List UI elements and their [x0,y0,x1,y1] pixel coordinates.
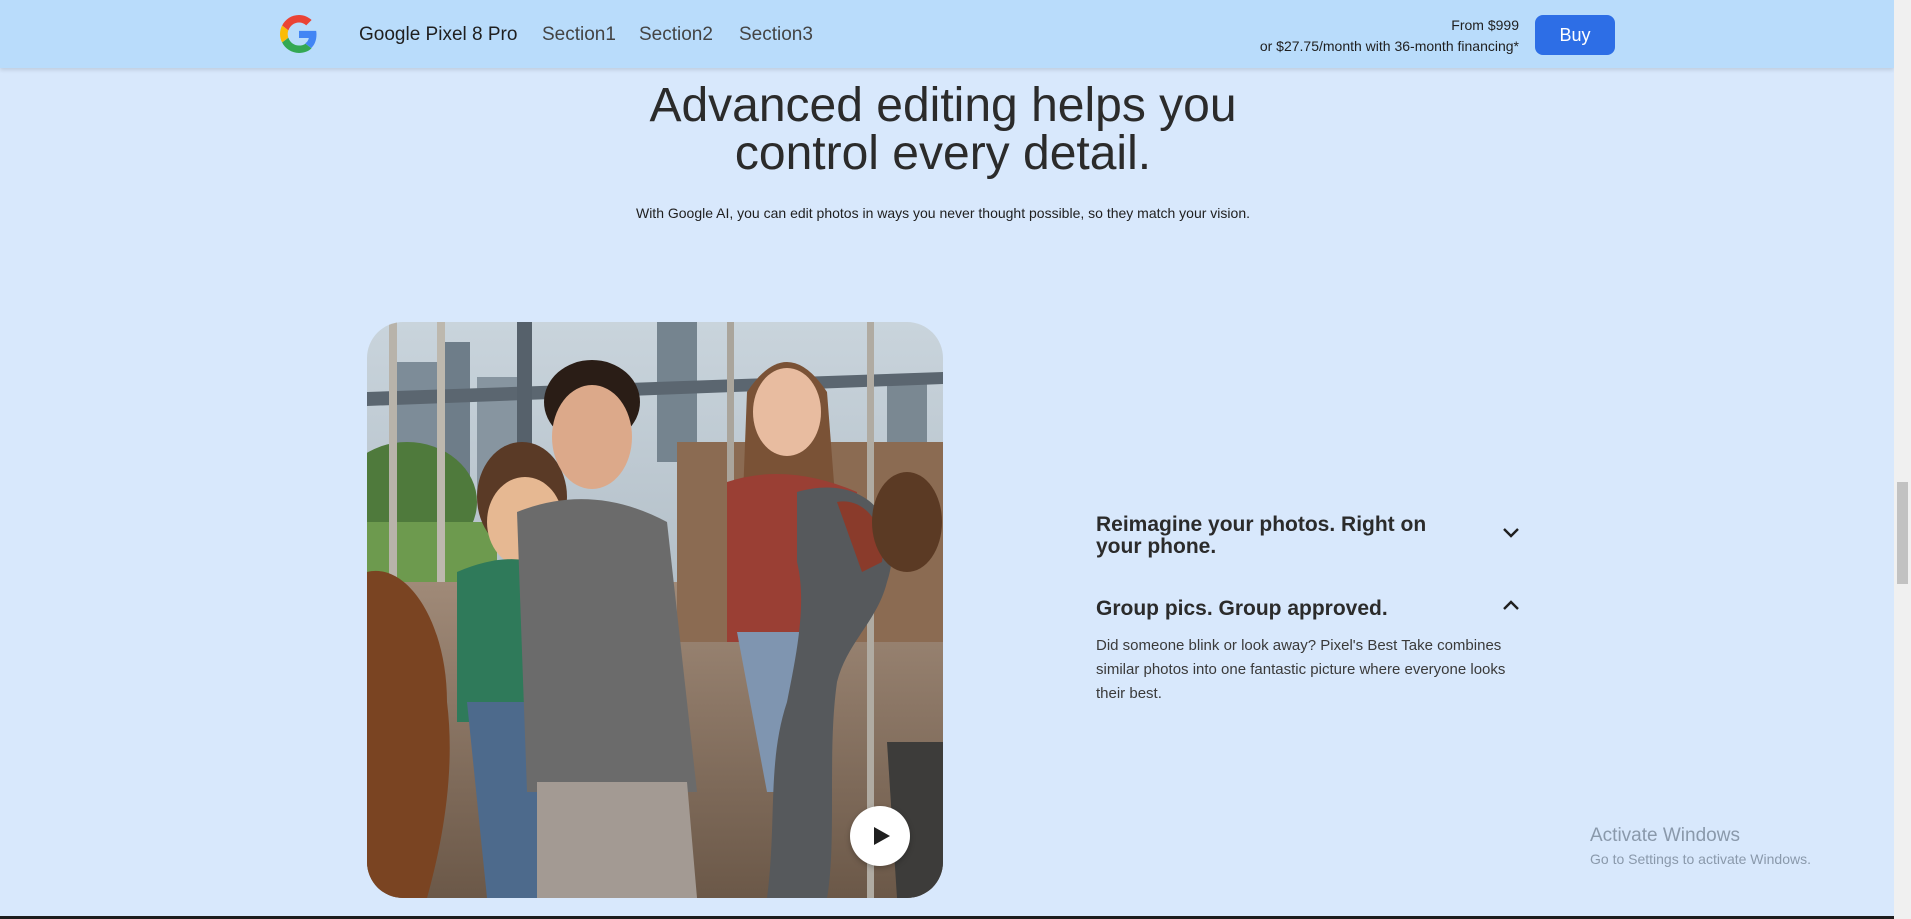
accordion-item-group-pics[interactable]: Group pics. Group approved. Did someone … [1096,598,1519,706]
section-heading: Advanced editing helps you control every… [0,82,1886,178]
heading-line-2: control every detail. [734,127,1152,180]
play-icon [874,827,890,845]
accordion-body: Did someone blink or look away? Pixel's … [1096,637,1506,702]
price-from: From $999 [1451,17,1519,33]
top-nav-bar: Google Pixel 8 Pro Section1 Section2 Sec… [0,0,1894,68]
carousel-photo-illustration [367,322,943,898]
vertical-scrollbar[interactable] [1894,0,1911,919]
chevron-up-icon[interactable] [1503,600,1519,610]
price-financing: or $27.75/month with 36-month financing* [1259,38,1519,54]
price-info: From $999 or $27.75/month with 36-month … [1260,15,1519,57]
nav-section3[interactable]: Section3 [739,24,813,46]
buy-button[interactable]: Buy [1535,15,1615,55]
watermark-subtitle: Go to Settings to activate Windows. [1590,851,1811,867]
section-subtitle: With Google AI, you can edit photos in w… [635,205,1250,221]
windows-activation-watermark: Activate Windows Go to Settings to activ… [1590,825,1811,867]
chevron-down-icon[interactable] [1503,528,1519,538]
watermark-title: Activate Windows [1590,825,1740,846]
nav-section2[interactable]: Section2 [639,24,713,46]
feature-video[interactable] [367,322,943,898]
brand-title[interactable]: Google Pixel 8 Pro [359,24,517,46]
accordion-item-reimagine[interactable]: Reimagine your photos. Right on your pho… [1096,514,1519,558]
nav-section1[interactable]: Section1 [542,24,616,46]
accordion-title[interactable]: Reimagine your photos. Right on your pho… [1096,514,1476,558]
google-logo-icon[interactable] [280,15,318,53]
heading-line-1: Advanced editing helps you [649,79,1237,132]
accordion-title[interactable]: Group pics. Group approved. [1096,598,1476,620]
play-button[interactable] [850,806,910,866]
scrollbar-thumb[interactable] [1897,482,1908,584]
page: Google Pixel 8 Pro Section1 Section2 Sec… [0,0,1894,916]
